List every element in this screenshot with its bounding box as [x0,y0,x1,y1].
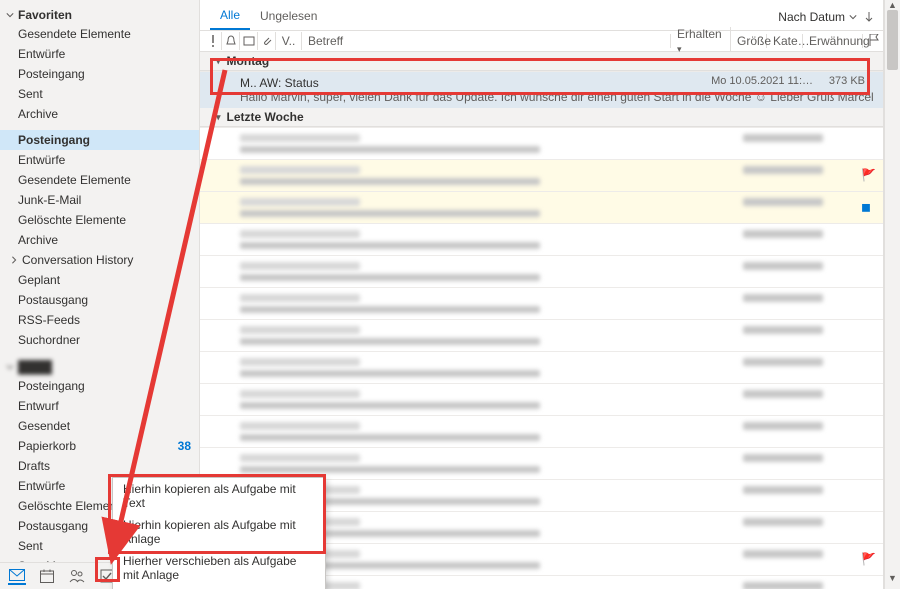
size-header[interactable]: Größe [731,34,767,48]
category-icon: ◼ [861,200,873,212]
folder-deleted[interactable]: Gelöschte Elemente [0,210,199,230]
folder-drafts[interactable]: Entwürfe [0,150,199,170]
email-row-blurred[interactable]: 🚩 [200,159,883,191]
column-headers: V.. Betreff Erhalten ▾ Größe Kate… Erwäh… [200,30,883,52]
email-row[interactable]: M.. AW: Status Hallo Marvin, super, viel… [200,71,883,108]
email-date: Mo 10.05.2021 11:… [711,75,813,87]
folder-outbox[interactable]: Postausgang [0,290,199,310]
importance-header-icon[interactable] [204,32,222,50]
email-row-blurred[interactable] [200,223,883,255]
favorites-label: Favoriten [18,8,72,22]
email-row-blurred[interactable] [200,319,883,351]
categories-header[interactable]: Kate… [767,34,803,48]
group-monday-label: Montag [227,54,270,68]
group-monday[interactable]: ▾ Montag [200,52,883,71]
reminder-header-icon[interactable] [222,32,240,50]
folder-scheduled[interactable]: Geplant [0,270,199,290]
fav-item-inbox[interactable]: Posteingang [0,64,199,84]
flag-icon: 🚩 [861,552,873,564]
acc2-draft[interactable]: Entwurf [0,396,199,416]
chevron-down-icon [6,363,14,371]
acc2-sent[interactable]: Gesendet [0,416,199,436]
folder-junk[interactable]: Junk-E-Mail [0,190,199,210]
email-row-blurred[interactable]: ◼ [200,191,883,223]
menu-copy-as-task-attach[interactable]: Hierhin kopieren als Aufgabe mit Anlage [113,514,325,550]
flag-header-icon[interactable] [863,34,879,49]
flag-icon: 🚩 [861,168,873,180]
email-size: 373 KB [829,75,865,87]
fav-item-drafts[interactable]: Entwürfe [0,44,199,64]
fav-item-archive[interactable]: Archive [0,104,199,124]
calendar-module-icon[interactable] [38,567,56,585]
email-row-blurred[interactable] [200,351,883,383]
received-header[interactable]: Erhalten ▾ [671,27,731,55]
acc2-trash[interactable]: Papierkorb38 [0,436,199,456]
icon-header-icon[interactable] [240,32,258,50]
attachment-header-icon[interactable] [258,32,276,50]
group-lastweek-label: Letzte Woche [227,110,304,124]
sort-dropdown[interactable]: Nach Datum [778,10,873,24]
drag-context-menu: Hierhin kopieren als Aufgabe mit Text Hi… [112,477,326,589]
favorites-header[interactable]: Favoriten [0,4,199,24]
chevron-down-icon [849,13,857,21]
chevron-down-icon [6,11,14,19]
vertical-scrollbar[interactable]: ▲ ▼ [884,0,900,589]
email-row-blurred[interactable] [200,127,883,159]
account2-header[interactable]: ████ [0,356,199,376]
from-header[interactable]: V.. [276,32,302,50]
folder-sent-elements[interactable]: Gesendete Elemente [0,170,199,190]
email-row-blurred[interactable] [200,255,883,287]
filter-tabs: Alle Ungelesen Nach Datum [200,0,883,30]
tab-unread[interactable]: Ungelesen [250,5,327,29]
email-preview: Hallo Marvin, super, vielen Dank für das… [240,90,875,104]
fav-item-sent-elements[interactable]: Gesendete Elemente [0,24,199,44]
sort-label: Nach Datum [778,10,845,24]
acc2-inbox[interactable]: Posteingang [0,376,199,396]
email-row-blurred[interactable] [200,383,883,415]
folder-search[interactable]: Suchordner [0,330,199,350]
acc2-drafts-en[interactable]: Drafts [0,456,199,476]
menu-move-as-task-attach[interactable]: Hierher verschieben als Aufgabe mit Anla… [113,550,325,586]
email-row-blurred[interactable] [200,287,883,319]
chevron-right-icon [10,256,18,264]
sort-arrow-icon [865,12,873,22]
group-lastweek[interactable]: ▾ Letzte Woche [200,108,883,127]
unread-badge: 38 [178,438,191,454]
people-module-icon[interactable] [68,567,86,585]
folder-inbox[interactable]: Posteingang [0,130,199,150]
folder-rss[interactable]: RSS-Feeds [0,310,199,330]
menu-copy-as-task-text[interactable]: Hierhin kopieren als Aufgabe mit Text [113,478,325,514]
chevron-down-icon: ▾ [216,56,221,67]
tab-all[interactable]: Alle [210,4,250,30]
scroll-down-arrow[interactable]: ▼ [885,573,900,589]
subject-header[interactable]: Betreff [302,34,671,48]
email-row-blurred[interactable] [200,415,883,447]
scroll-thumb[interactable] [887,10,898,70]
chevron-down-icon: ▾ [216,112,221,123]
folder-archive[interactable]: Archive [0,230,199,250]
fav-item-sent[interactable]: Sent [0,84,199,104]
mention-header[interactable]: Erwähnung [803,34,863,48]
email-subject: M.. AW: Status [240,76,319,90]
email-row-blurred[interactable] [200,447,883,479]
mail-module-icon[interactable] [8,567,26,585]
folder-conversation-history[interactable]: Conversation History [0,250,199,270]
